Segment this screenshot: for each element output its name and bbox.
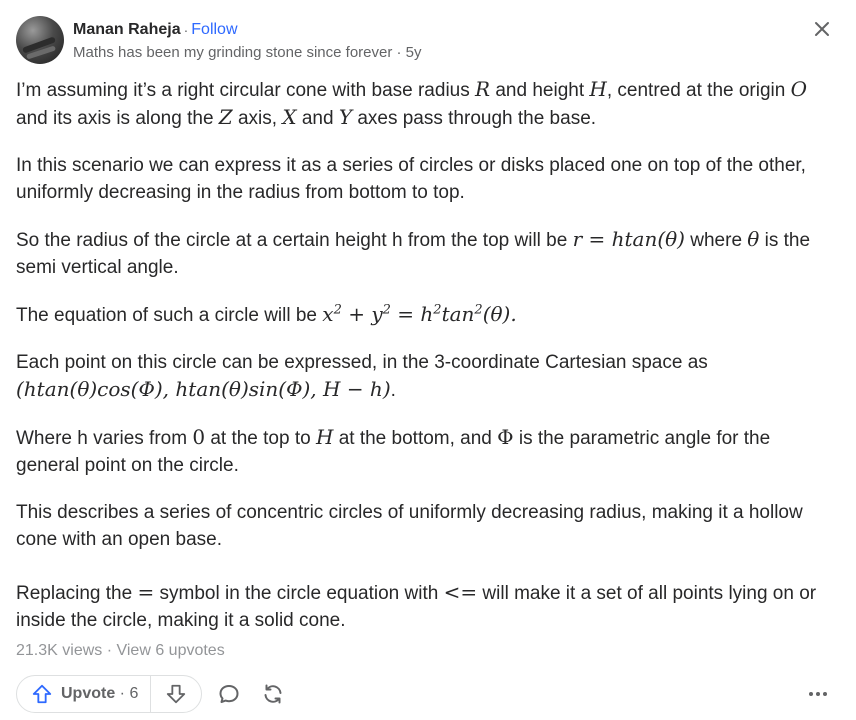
math-Y: Y <box>338 105 353 129</box>
math-point-coordinates: (htan(θ)cos(Φ), htan(θ)sin(Φ), H − h) <box>16 377 391 401</box>
paragraph-1: I’m assuming it’s a right circular cone … <box>16 77 808 129</box>
math-equals-symbol: = <box>137 580 155 604</box>
comment-button[interactable] <box>217 682 241 706</box>
paragraph-7: This describes a series of concentric ci… <box>16 502 803 550</box>
paragraph-8: Replacing the = symbol in the circle equ… <box>16 580 817 631</box>
paragraph-6: Where h varies from 0 at the top to H at… <box>16 425 771 476</box>
math-radius-equation: r = htan(θ) <box>572 227 685 251</box>
upvote-button[interactable]: Upvote · 6 <box>17 676 152 712</box>
math-leq-symbol: <= <box>443 580 478 604</box>
close-icon <box>815 22 829 36</box>
paragraph-4: The equation of such a circle will be x2… <box>16 302 517 326</box>
author-credential: Maths has been my grinding stone since f… <box>73 44 422 61</box>
upvote-label: Upvote · 6 <box>61 685 139 702</box>
math-circle-equation: x2 + y2 = h2tan2(θ). <box>322 302 517 326</box>
math-Z: Z <box>218 105 233 129</box>
math-X: X <box>282 105 297 129</box>
math-theta: θ <box>747 227 760 251</box>
close-button[interactable] <box>810 17 834 41</box>
math-R: R <box>475 77 491 101</box>
share-button[interactable] <box>261 682 285 706</box>
more-options-button[interactable] <box>806 682 830 706</box>
math-zero: 0 <box>192 425 206 449</box>
downvote-arrow-icon <box>167 684 186 704</box>
answer-body: I’m assuming it’s a right circular cone … <box>16 76 836 654</box>
vote-pill: Upvote · 6 <box>16 675 202 713</box>
views-and-upvotes-link[interactable]: 21.3K views · View 6 upvotes <box>16 642 225 660</box>
avatar[interactable] <box>16 16 64 64</box>
math-Phi: Φ <box>497 425 514 449</box>
paragraph-3: So the radius of the circle at a certain… <box>16 227 811 278</box>
more-dots-icon <box>809 692 827 696</box>
separator: · <box>183 22 189 38</box>
upvote-count: 6 <box>129 685 139 702</box>
math-O: O <box>790 77 808 101</box>
follow-button[interactable]: Follow <box>191 21 237 39</box>
author-name[interactable]: Manan Raheja <box>73 21 181 39</box>
upvote-arrow-icon <box>32 684 52 704</box>
downvote-button[interactable] <box>151 676 201 712</box>
paragraph-5: Each point on this circle can be express… <box>16 352 708 401</box>
paragraph-2: In this scenario we can express it as a … <box>16 155 806 203</box>
share-refresh-icon <box>264 684 282 704</box>
comment-bubble-icon <box>219 685 239 703</box>
math-H-2: H <box>315 425 334 449</box>
answer-card: Manan Raheja · Follow Maths has been my … <box>0 0 856 720</box>
math-H: H <box>589 77 607 101</box>
author-row: Manan Raheja · Follow <box>73 20 238 40</box>
